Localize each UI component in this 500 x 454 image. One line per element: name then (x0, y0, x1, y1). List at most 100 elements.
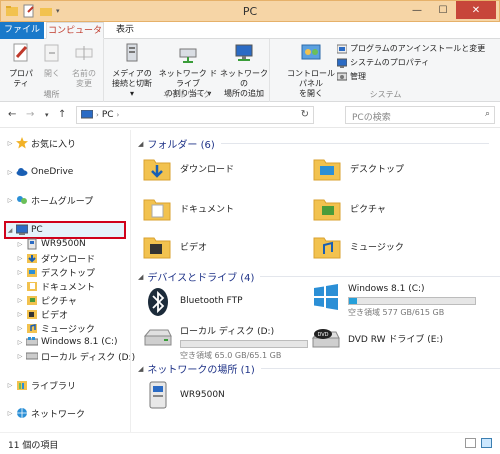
system-properties-label: システムのプロパティ (350, 58, 430, 67)
folder-item-desktop[interactable]: デスクトップ (312, 154, 404, 182)
tab-computer[interactable]: コンピューター (46, 22, 104, 52)
uninstall-programs-button[interactable]: プログラムのアンインストールと変更 (337, 43, 485, 54)
nav-item-videos[interactable]: ▷ ビデオ (16, 307, 68, 321)
nav-item-downloads[interactable]: ▷ ダウンロード (16, 251, 95, 265)
folder-item-music[interactable]: ミュージック (312, 232, 404, 260)
nav-item-desktop[interactable]: ▷ デスクトップ (16, 265, 95, 279)
nav-label-libraries: ライブラリ (31, 381, 77, 392)
expand-icon[interactable]: ▷ (16, 241, 24, 248)
nav-item-libraries[interactable]: ▷ ライブラリ (6, 378, 76, 392)
properties-button[interactable]: プロパティ (6, 42, 36, 89)
up-button[interactable]: ↑ (58, 109, 66, 120)
rename-label-2: 変更 (76, 79, 92, 88)
search-input[interactable]: PCの検索 ⌕ (345, 106, 495, 124)
network-device-icon (27, 238, 37, 250)
folder-item-pictures[interactable]: ピクチャ (312, 194, 386, 222)
nav-item-favorites[interactable]: ▷ お気に入り (6, 136, 76, 150)
nav-label-onedrive: OneDrive (31, 167, 74, 177)
device-dvd-drive[interactable]: DVD DVD RW ドライブ (E:) (310, 322, 443, 354)
nav-item-documents[interactable]: ▷ ドキュメント (16, 279, 95, 293)
manage-button[interactable]: 管理 (337, 71, 366, 82)
expand-icon[interactable]: ▷ (16, 325, 24, 332)
search-placeholder: PCの検索 (352, 113, 391, 123)
nav-item-network[interactable]: ▷ ネットワーク (6, 406, 85, 420)
section-folders[interactable]: ◢ フォルダー (6) (138, 136, 489, 151)
close-button[interactable]: ✕ (456, 1, 496, 19)
expand-icon[interactable]: ▷ (6, 169, 14, 176)
folder-item-videos[interactable]: ビデオ (142, 232, 207, 260)
expand-icon[interactable]: ▷ (6, 382, 14, 389)
expand-icon[interactable]: ▷ (16, 339, 24, 346)
expand-icon[interactable]: ▷ (16, 269, 24, 276)
expand-icon[interactable]: ▷ (16, 353, 24, 360)
drive-d-free-space: 空き領域 65.0 GB/65.1 GB (180, 351, 282, 360)
documents-folder-icon (143, 199, 171, 221)
nav-label-child: ダウンロード (41, 254, 96, 265)
expand-icon[interactable]: ▷ (16, 311, 24, 318)
breadcrumb-chevron-icon[interactable]: › (117, 111, 120, 119)
expand-icon[interactable]: ▷ (6, 197, 14, 204)
search-icon: ⌕ (484, 109, 490, 119)
cloud-icon (16, 168, 28, 176)
device-label: Bluetooth FTP (180, 296, 243, 306)
star-icon (16, 137, 28, 149)
title-bar: ▾ PC — ☐ ✕ (0, 0, 500, 22)
open-button[interactable]: 開く (40, 42, 64, 79)
nav-item-pictures[interactable]: ▷ ピクチャ (16, 293, 77, 307)
tab-view[interactable]: 表示 (108, 22, 142, 39)
tab-file[interactable]: ファイル (0, 22, 44, 39)
details-view-button[interactable] (465, 438, 476, 448)
local-disk-icon (143, 329, 172, 346)
nav-item-music[interactable]: ▷ ミュージック (16, 321, 95, 335)
drive-c-label: Windows 8.1 (C:) (348, 284, 425, 294)
libraries-icon (17, 381, 27, 390)
section-network-locations[interactable]: ◢ ネットワークの場所 (1) (138, 361, 500, 376)
refresh-icon[interactable]: ↻ (301, 109, 309, 120)
device-drive-c[interactable]: Windows 8.1 (C:) 空き領域 577 GB/615 GB (310, 282, 476, 318)
nav-item-wr9500n[interactable]: ▷ WR9500N (16, 237, 86, 251)
status-bar: 11 個の項目 (0, 432, 500, 454)
expand-icon[interactable]: ▷ (16, 255, 24, 262)
nav-item-drive-d[interactable]: ▷ ローカル ディスク (D:) (16, 349, 135, 363)
forward-button[interactable]: → (26, 109, 34, 120)
music-folder-icon (313, 237, 341, 259)
breadcrumb-pc[interactable]: PC (102, 110, 114, 120)
rename-button[interactable]: 名前の 変更 (68, 42, 100, 89)
back-button[interactable]: ← (8, 109, 16, 120)
folder-item-downloads[interactable]: ダウンロード (142, 154, 234, 182)
folder-item-documents[interactable]: ドキュメント (142, 194, 234, 222)
open-icon (44, 44, 59, 62)
chevron-down-icon[interactable]: ◢ (138, 273, 143, 281)
folder-label: ドキュメント (180, 204, 235, 215)
nav-item-onedrive[interactable]: ▷ OneDrive (6, 165, 74, 179)
pictures-folder-icon (27, 296, 37, 305)
expand-icon[interactable]: ▷ (6, 410, 14, 417)
uninstall-label: プログラムのアンインストールと変更 (350, 44, 486, 53)
expand-icon[interactable]: ▷ (6, 140, 14, 147)
tiles-view-button[interactable] (481, 438, 492, 448)
folder-label: ビデオ (180, 242, 208, 253)
system-properties-button[interactable]: システムのプロパティ (337, 57, 429, 68)
group-label-system: システム (369, 90, 402, 99)
nav-item-homegroup[interactable]: ▷ ホームグループ (6, 193, 93, 207)
network-location-wr9500n[interactable]: WR9500N (142, 379, 225, 411)
maximize-button[interactable]: ☐ (430, 1, 456, 19)
chevron-down-icon[interactable]: ◢ (138, 140, 143, 148)
pane-divider[interactable] (130, 130, 131, 432)
folder-label: ダウンロード (180, 164, 235, 175)
nav-label-pc: PC (31, 225, 43, 235)
device-drive-d[interactable]: ローカル ディスク (D:) 空き領域 65.0 GB/65.1 GB (142, 322, 308, 361)
network-icon (17, 408, 27, 418)
address-box[interactable]: › PC › ↻ (76, 106, 314, 124)
device-bluetooth-ftp[interactable]: Bluetooth FTP (142, 286, 243, 318)
minimize-button[interactable]: — (404, 1, 430, 19)
section-title: ネットワークの場所 (1) (147, 365, 255, 376)
chevron-down-icon[interactable]: ◢ (138, 365, 143, 373)
expand-icon[interactable]: ▷ (16, 297, 24, 304)
ribbon-tabs: ファイル コンピューター 表示 (0, 22, 500, 52)
nav-item-drive-c[interactable]: ▷ Windows 8.1 (C:) (16, 335, 118, 349)
nav-item-pc[interactable]: ◢ PC (6, 223, 43, 237)
expand-icon[interactable]: ▷ (16, 283, 24, 290)
collapse-icon[interactable]: ◢ (6, 227, 14, 234)
recent-locations-icon[interactable]: ▾ (45, 111, 49, 119)
